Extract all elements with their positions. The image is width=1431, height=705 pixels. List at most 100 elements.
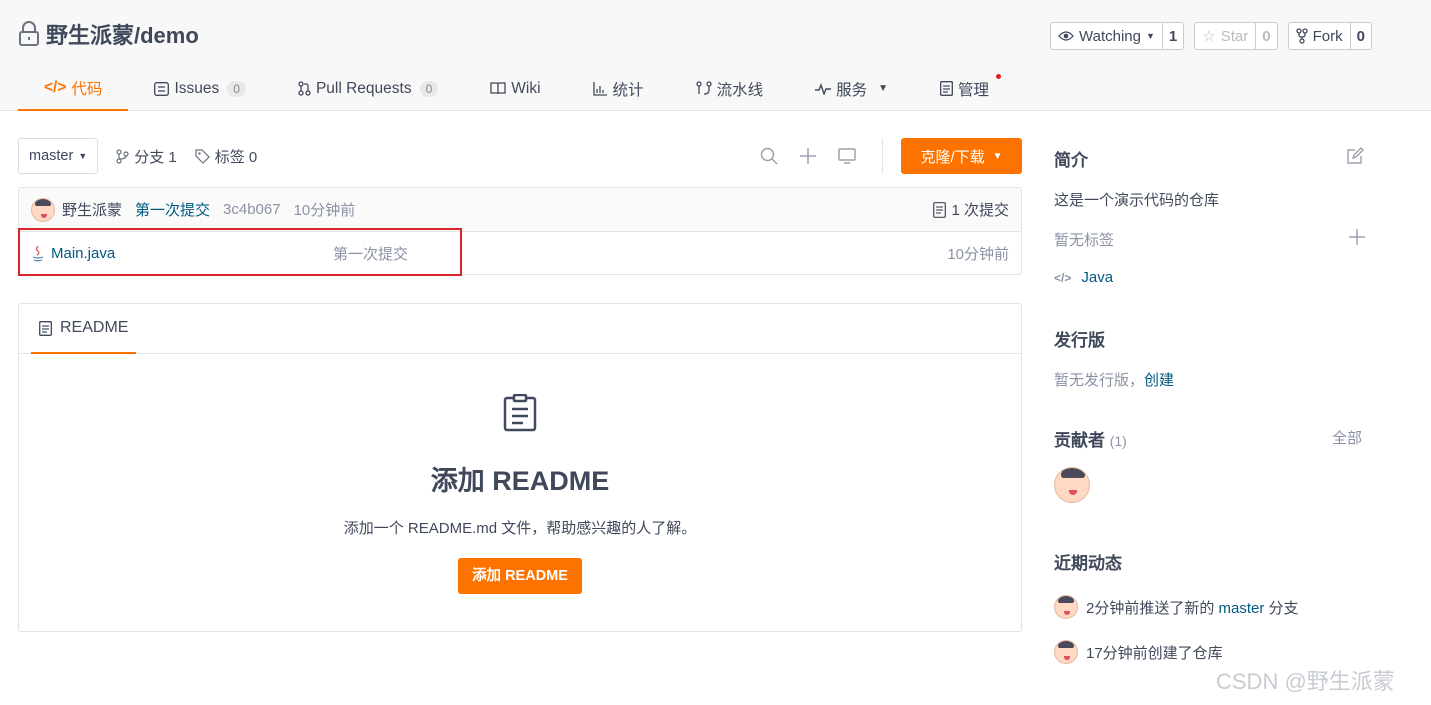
lock-icon xyxy=(19,21,39,46)
add-file-icon[interactable] xyxy=(788,147,827,165)
readme-tab-label: README xyxy=(60,319,129,336)
tab-label: 管理 xyxy=(958,81,990,99)
repo-tools: 克隆/下载 ▼ xyxy=(749,138,1022,174)
commit-author[interactable]: 野生派蒙 xyxy=(62,199,122,220)
avatar[interactable] xyxy=(1054,595,1078,619)
activity-item: 17分钟前创建了仓库 xyxy=(1054,640,1223,664)
tab-wiki[interactable]: Wiki xyxy=(464,66,566,111)
readme-empty-state: 添加 README 添加一个 README.md 文件，帮助感兴趣的人了解。 添… xyxy=(19,393,1021,594)
branches-link[interactable]: 分支 1 xyxy=(116,146,177,167)
language-item[interactable]: </> Java xyxy=(1054,269,1113,286)
readme-heading: 添加 README xyxy=(430,466,610,496)
branches-label: 分支 1 xyxy=(134,148,177,166)
tab-stats[interactable]: 统计 xyxy=(567,66,670,111)
caret-down-icon: ▼ xyxy=(1145,31,1155,41)
edit-icon[interactable] xyxy=(1346,147,1364,168)
star-button[interactable]: ☆ Star 0 xyxy=(1194,22,1278,50)
tab-issues[interactable]: Issues 0 xyxy=(128,66,272,111)
watermark: CSDN @野生派蒙 xyxy=(1216,669,1395,694)
webide-icon[interactable] xyxy=(827,148,866,164)
all-contributors-link[interactable]: 全部 xyxy=(1332,427,1362,448)
tab-label: Issues xyxy=(174,79,220,97)
latest-commit-row: 野生派蒙 第一次提交 3c4b067 10分钟前 1 次提交 xyxy=(19,188,1021,232)
tag-icon xyxy=(195,148,210,164)
code-icon: </> xyxy=(1054,270,1072,285)
document-icon xyxy=(39,320,52,336)
tab-services[interactable]: 服务 ▼ xyxy=(789,66,914,111)
tab-label: 流水线 xyxy=(716,81,764,99)
readme-header: README xyxy=(19,304,1021,354)
pipeline-icon xyxy=(695,81,712,95)
commits-icon xyxy=(933,201,947,218)
pull-requests-count-badge: 0 xyxy=(419,80,439,97)
repo-name-link[interactable]: 野生派蒙/demo xyxy=(46,18,199,50)
star-count[interactable]: 0 xyxy=(1256,23,1276,49)
tags-link[interactable]: 标签 0 xyxy=(195,146,257,167)
issues-icon xyxy=(154,81,170,96)
commit-count-link[interactable]: 1 次提交 xyxy=(933,199,1009,220)
eye-icon xyxy=(1058,31,1074,41)
activity-item: 2分钟前推送了新的 master 分支 xyxy=(1054,595,1299,619)
fork-label: Fork xyxy=(1312,27,1343,45)
pulse-icon xyxy=(815,82,832,95)
create-release-link[interactable]: 创建 xyxy=(1144,372,1174,389)
repo-actions: Watching ▼ 1 ☆ Star 0 Fork 0 xyxy=(1050,22,1372,50)
contributors-count: (1) xyxy=(1109,433,1127,449)
repo-title: 野生派蒙/demo xyxy=(18,18,199,50)
book-icon xyxy=(490,82,506,95)
fork-count[interactable]: 0 xyxy=(1351,23,1371,49)
star-label: Star xyxy=(1220,27,1249,45)
tab-label: 统计 xyxy=(612,81,644,99)
star-icon: ☆ xyxy=(1202,28,1216,45)
tab-label: 代码 xyxy=(71,80,103,98)
no-tags-text: 暂无标签 xyxy=(1054,232,1115,249)
language-link[interactable]: Java xyxy=(1081,269,1113,286)
commit-count-label: 1 次提交 xyxy=(951,202,1009,219)
tab-label: Wiki xyxy=(511,79,541,97)
clone-download-button[interactable]: 克隆/下载 ▼ xyxy=(901,138,1022,174)
contributors-title: 贡献者 (1) xyxy=(1054,426,1127,451)
release-info: 暂无发行版，创建 xyxy=(1054,369,1174,390)
intro-title: 简介 xyxy=(1054,151,1088,170)
avatar[interactable] xyxy=(31,197,55,222)
tab-pipeline[interactable]: 流水线 xyxy=(670,66,790,111)
fork-icon xyxy=(1295,28,1308,44)
tab-manage[interactable]: 管理 xyxy=(914,66,1015,111)
watch-button[interactable]: Watching ▼ 1 xyxy=(1050,22,1185,50)
fork-button[interactable]: Fork 0 xyxy=(1287,22,1372,50)
caret-down-icon: ▼ xyxy=(992,150,1003,162)
document-icon xyxy=(940,81,953,96)
intro-text: 这是一个演示代码的仓库 xyxy=(1054,192,1220,209)
tab-code[interactable]: </> 代码 xyxy=(18,66,129,111)
watch-count[interactable]: 1 xyxy=(1163,23,1183,49)
readme-tab[interactable]: README xyxy=(31,304,137,354)
contributor-avatar[interactable] xyxy=(1054,467,1090,503)
avatar[interactable] xyxy=(1054,640,1078,664)
tab-label: 服务 xyxy=(836,81,868,99)
issues-count-badge: 0 xyxy=(227,80,246,97)
caret-down-icon: ▼ xyxy=(878,83,888,94)
add-tag-icon[interactable] xyxy=(1349,229,1365,248)
pull-request-icon xyxy=(298,81,311,96)
commit-sha[interactable]: 3c4b067 xyxy=(223,201,281,218)
toolbar-divider xyxy=(882,138,883,174)
activity-title: 近期动态 xyxy=(1054,554,1122,573)
caret-down-icon: ▼ xyxy=(78,151,88,161)
tab-label: Pull Requests xyxy=(315,79,412,97)
branch-bar: master ▼ 分支 1 标签 0 克隆/下载 ▼ xyxy=(18,138,1022,174)
add-readme-button[interactable]: 添加 README xyxy=(458,558,582,594)
repo-header: 野生派蒙/demo Watching ▼ 1 ☆ Star 0 Fork 0 </… xyxy=(0,0,1431,111)
readme-panel: README 添加 README 添加一个 README.md 文件，帮助感兴趣… xyxy=(18,303,1022,632)
activity-text: 17分钟前创建了仓库 xyxy=(1086,644,1223,662)
tab-pull-requests[interactable]: Pull Requests 0 xyxy=(272,66,464,111)
no-release-text: 暂无发行版， xyxy=(1054,372,1145,389)
branch-select[interactable]: master ▼ xyxy=(18,138,99,174)
branch-icon xyxy=(116,148,129,164)
avatar[interactable] xyxy=(1054,467,1090,503)
commit-message[interactable]: 第一次提交 xyxy=(135,199,210,220)
search-icon[interactable] xyxy=(749,147,788,165)
readme-description: 添加一个 README.md 文件，帮助感兴趣的人了解。 xyxy=(343,520,697,537)
notification-dot xyxy=(996,74,1002,79)
release-title: 发行版 xyxy=(1054,331,1105,350)
activity-branch-link[interactable]: master xyxy=(1219,600,1265,617)
